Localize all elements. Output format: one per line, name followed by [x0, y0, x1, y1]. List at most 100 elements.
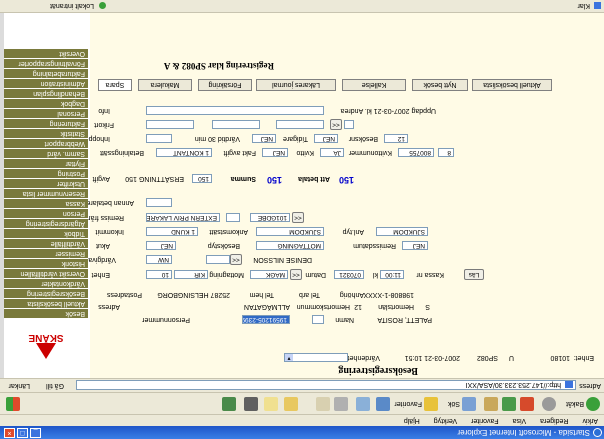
sidebar-item-person[interactable]: Person — [4, 208, 88, 218]
annan-betalare-input[interactable] — [146, 198, 172, 207]
sidebar-item-behandlingsplan[interactable]: Behandlingsplan — [4, 88, 88, 98]
favorites-icon[interactable] — [424, 397, 438, 411]
kvitto-extra-input[interactable]: 8 — [438, 148, 454, 157]
minimize-button[interactable]: _ — [30, 428, 41, 438]
sidebar-item-administration[interactable]: Administration — [4, 78, 88, 88]
edit-icon[interactable] — [316, 397, 330, 411]
tab-makulera[interactable]: Makulera — [138, 79, 192, 91]
menu-redigera[interactable]: Redigera — [534, 414, 574, 426]
sidebar-item-utskrifter[interactable]: Utskrifter — [4, 178, 88, 188]
remiss-lookup-button[interactable]: << — [292, 212, 304, 223]
sidebar-item-personal[interactable]: Personal — [4, 108, 88, 118]
sidebar-item-historik[interactable]: Historik — [4, 258, 88, 268]
history-icon[interactable] — [376, 397, 390, 411]
info-input[interactable] — [146, 106, 324, 115]
address-input[interactable]: http://147.253.233.30/ASA/XXI — [76, 380, 576, 390]
tidigare-select[interactable]: NEJ — [314, 134, 338, 143]
tab-aktuell-besokslista[interactable]: Aktuell besökslista — [472, 79, 552, 91]
remiss-code-input[interactable]: 101GDBE — [250, 213, 290, 222]
besokstyp-select[interactable]: MOTTAGNING — [256, 241, 324, 250]
frikort-input-1[interactable] — [146, 120, 194, 129]
frikort-input-3[interactable] — [276, 120, 324, 129]
tab-kallelse[interactable]: Kallelse — [342, 79, 406, 91]
messenger-icon[interactable] — [244, 397, 258, 411]
sidebar-item-fakturabetalning[interactable]: Fakturabetalning — [4, 68, 88, 78]
enhet-code-select[interactable]: KIR — [174, 270, 208, 279]
sidebar-item-besok[interactable]: Besök — [4, 308, 88, 318]
back-icon[interactable] — [586, 397, 600, 411]
forward-icon[interactable] — [542, 397, 556, 411]
print-icon[interactable] — [334, 397, 348, 411]
frikort-input-2[interactable] — [212, 120, 260, 129]
kvittonummer-input[interactable]: 800755 — [398, 148, 434, 157]
remiss-extra-input[interactable] — [226, 213, 240, 222]
sidebar-item-oversikt[interactable]: Översikt — [4, 48, 88, 58]
menu-arkiv[interactable]: Arkiv — [576, 414, 604, 426]
sidebar-item-tidbok[interactable]: Tidbok — [4, 228, 88, 238]
sidebar-item-remisser[interactable]: Remisser — [4, 248, 88, 258]
search-label[interactable]: Sök — [448, 396, 460, 411]
sidebar-item-reservnummer[interactable]: Reservnummer lista — [4, 188, 88, 198]
search-icon[interactable] — [462, 397, 476, 411]
home-icon[interactable] — [484, 397, 498, 411]
kvitto-select[interactable]: JA — [320, 148, 344, 157]
frikort-input-4[interactable] — [344, 120, 354, 129]
personnummer-input[interactable]: 19591205-2399 — [242, 315, 290, 324]
vertical-scrollbar[interactable] — [0, 13, 4, 378]
personnummer-extra[interactable] — [312, 315, 324, 324]
vardtid-select[interactable]: NEJ — [252, 134, 276, 143]
links-label[interactable]: Länkar — [9, 382, 30, 389]
close-button[interactable]: × — [4, 428, 15, 438]
vardenhet-select[interactable]: ▼ — [284, 353, 348, 362]
sidebar-item-atgardsregistrering[interactable]: Åtgärdsregistrering — [4, 218, 88, 228]
sidebar-item-besoksregistrering[interactable]: Besöksregistrering — [4, 288, 88, 298]
besoksnr-input[interactable]: 12 — [384, 134, 408, 143]
maximize-button[interactable]: □ — [17, 428, 28, 438]
tab-forsakring[interactable]: Försäkring — [198, 79, 252, 91]
sidebar-item-statistik[interactable]: Statistik — [4, 128, 88, 138]
inhopp-input[interactable] — [146, 134, 172, 143]
menu-hjalp[interactable]: Hjälp — [398, 414, 426, 426]
enhet-input[interactable]: 10 — [146, 270, 172, 279]
vardgivare-lookup-button[interactable]: << — [230, 254, 242, 265]
remiss-select[interactable]: EXTERN PRIV LÄKARE — [146, 213, 220, 222]
vardgivare-extra-select[interactable] — [206, 255, 230, 264]
ankomst-select[interactable]: SJUKDOM — [376, 227, 428, 236]
menu-favoriter[interactable]: Favoriter — [465, 414, 505, 426]
back-label[interactable]: Bakåt — [566, 396, 584, 411]
ankomstsatt-select[interactable]: SJUKDOM — [256, 227, 324, 236]
research-icon[interactable] — [222, 397, 236, 411]
mottagning-lookup-button[interactable]: << — [290, 269, 302, 280]
betalningssatt-select[interactable]: 1 KONTANT — [156, 148, 212, 157]
refresh-icon[interactable] — [502, 397, 516, 411]
fakt-avgift-select[interactable]: NEJ — [262, 148, 288, 157]
sidebar-item-webbrapport[interactable]: Webbrapport — [4, 138, 88, 148]
sidebar-item-aktuell-besokslista[interactable]: Aktuell besökslista — [4, 298, 88, 308]
favorites-label[interactable]: Favoriter — [394, 396, 422, 411]
go-button[interactable]: Gå till — [46, 382, 64, 389]
sidebar-item-kassa[interactable]: Kassa — [4, 198, 88, 208]
mail-icon[interactable] — [356, 397, 370, 411]
vardgivare-select[interactable]: NW — [146, 255, 172, 264]
sidebar-item-dagbok[interactable]: Dagbok — [4, 98, 88, 108]
sidebar-item-forvaltningsrapporter[interactable]: Förvaltningsrapporter — [4, 58, 88, 68]
kl-input[interactable]: 11:00 — [380, 270, 404, 279]
akut-select[interactable]: NEJ — [146, 241, 176, 250]
sidebar-item-oversikt-vardtillfallen[interactable]: Översikt vårdtillfällen — [4, 268, 88, 278]
mottagning-input[interactable]: MAGK — [250, 270, 288, 279]
remissdatum-select[interactable]: NEJ — [402, 241, 428, 250]
menu-verktyg[interactable]: Verktyg — [428, 414, 463, 426]
las-button[interactable]: Läs — [464, 269, 484, 280]
datum-input[interactable]: 070321 — [334, 270, 364, 279]
sidebar-item-samm-vard[interactable]: Samm. vård — [4, 148, 88, 158]
folder-icon[interactable] — [284, 397, 298, 411]
stop-icon[interactable] — [520, 397, 534, 411]
sidebar-item-postning[interactable]: Postning — [4, 168, 88, 178]
discuss-icon[interactable] — [264, 397, 278, 411]
frikort-lookup-button[interactable]: << — [330, 119, 342, 130]
sidebar-item-vardkontakter[interactable]: Vårdkontakter — [4, 278, 88, 288]
menu-visa[interactable]: Visa — [507, 414, 533, 426]
tab-lakares-journal[interactable]: Läkares journal — [256, 79, 336, 91]
sidebar-item-flyttar[interactable]: Flyttar — [4, 158, 88, 168]
inkommit-select[interactable]: 1 KUND — [146, 227, 198, 236]
